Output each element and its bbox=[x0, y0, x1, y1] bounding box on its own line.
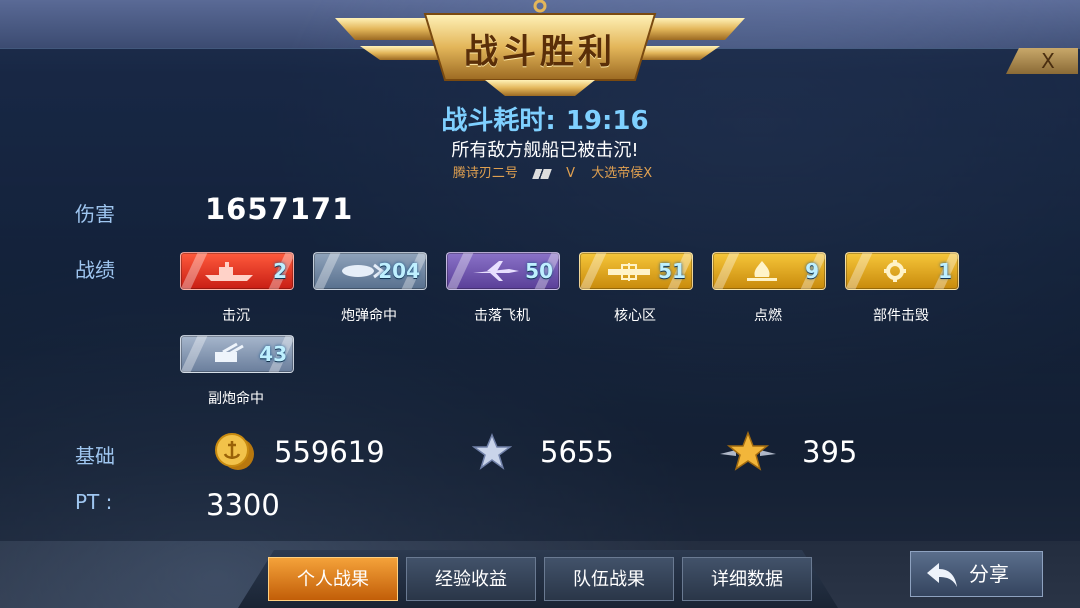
gear-icon bbox=[884, 260, 906, 282]
stat-modules[interactable]: 1 部件击毁 bbox=[845, 252, 959, 325]
citadel-count: 51 bbox=[658, 259, 686, 283]
stat-badge: 2 bbox=[180, 252, 294, 290]
fire-count: 9 bbox=[805, 259, 819, 283]
stat-shell-hits[interactable]: 204 炮弹命中 bbox=[313, 252, 427, 325]
silver-star-reward: 5655 bbox=[472, 432, 614, 472]
stat-badge: 50 bbox=[446, 252, 560, 290]
stat-badge: 9 bbox=[712, 252, 826, 290]
stat-badge: 51 bbox=[579, 252, 693, 290]
secondary-hits-count: 43 bbox=[259, 342, 287, 366]
stat-name: 击落飞机 bbox=[474, 308, 530, 324]
pt-label: PT : bbox=[75, 490, 113, 514]
share-button[interactable]: 分享 bbox=[910, 551, 1043, 597]
pt-value: 3300 bbox=[206, 488, 280, 522]
coins-value: 559619 bbox=[274, 435, 385, 469]
coin-icon bbox=[215, 433, 254, 470]
player-right-name: 大选帝侯X bbox=[591, 166, 653, 181]
stat-name: 点燃 bbox=[754, 308, 782, 324]
secondary-gun-icon bbox=[215, 342, 244, 362]
citadel-icon bbox=[608, 263, 650, 281]
duration-label: 战斗耗时: bbox=[441, 106, 556, 136]
tab-experience[interactable]: 经验收益 bbox=[406, 557, 536, 601]
vs-icon bbox=[532, 168, 552, 179]
aircraft-icon bbox=[473, 261, 519, 281]
stat-sink[interactable]: 2 击沉 bbox=[180, 252, 294, 325]
gold-star-value: 395 bbox=[802, 435, 858, 469]
matchup: 腾诗刃二号 V 大选帝侯X bbox=[0, 162, 1080, 181]
damage-label: 伤害 bbox=[75, 202, 115, 226]
stat-name: 部件击毁 bbox=[873, 308, 929, 324]
vs-text: V bbox=[566, 166, 576, 181]
modules-count: 1 bbox=[938, 259, 952, 283]
player-left-name: 腾诗刃二号 bbox=[452, 166, 518, 181]
sink-count: 2 bbox=[273, 259, 287, 283]
stat-citadel[interactable]: 51 核心区 bbox=[579, 252, 693, 325]
gold-star-reward: 395 bbox=[718, 430, 858, 472]
silver-star-value: 5655 bbox=[540, 435, 614, 469]
stat-badge: 204 bbox=[313, 252, 427, 290]
share-arrow-icon bbox=[927, 563, 957, 587]
result-message: 所有敌方舰船已被击沉! bbox=[451, 140, 639, 161]
tab-detailed-data[interactable]: 详细数据 bbox=[682, 557, 812, 601]
page-title: 战斗胜利 bbox=[464, 32, 616, 72]
stat-fire[interactable]: 9 点燃 bbox=[712, 252, 826, 325]
stat-name: 核心区 bbox=[614, 308, 656, 324]
shell-hits-count: 204 bbox=[378, 259, 420, 283]
silver-star-icon bbox=[472, 433, 512, 470]
base-label: 基础 bbox=[75, 444, 115, 468]
stat-secondary-hits[interactable]: 43 副炮命中 bbox=[180, 335, 294, 408]
stat-aircraft[interactable]: 50 击落飞机 bbox=[446, 252, 560, 325]
aircraft-count: 50 bbox=[525, 259, 553, 283]
stat-badge: 1 bbox=[845, 252, 959, 290]
fire-icon bbox=[747, 261, 777, 281]
stat-name: 炮弹命中 bbox=[341, 308, 397, 324]
duration-value: 19:16 bbox=[565, 106, 649, 136]
records-label: 战绩 bbox=[75, 258, 115, 282]
stat-name: 击沉 bbox=[222, 308, 250, 324]
gold-star-icon bbox=[720, 430, 776, 471]
share-label: 分享 bbox=[969, 562, 1009, 586]
close-icon: X bbox=[1041, 49, 1055, 73]
stat-name: 副炮命中 bbox=[208, 391, 264, 407]
stat-badge: 43 bbox=[180, 335, 294, 373]
battleship-icon bbox=[205, 262, 253, 281]
tab-team-results[interactable]: 队伍战果 bbox=[544, 557, 674, 601]
tab-personal-results[interactable]: 个人战果 bbox=[268, 557, 398, 601]
battle-duration: 战斗耗时: 19:16 bbox=[0, 100, 1080, 137]
damage-value: 1657171 bbox=[205, 192, 354, 226]
coins-reward: 559619 bbox=[212, 432, 385, 472]
